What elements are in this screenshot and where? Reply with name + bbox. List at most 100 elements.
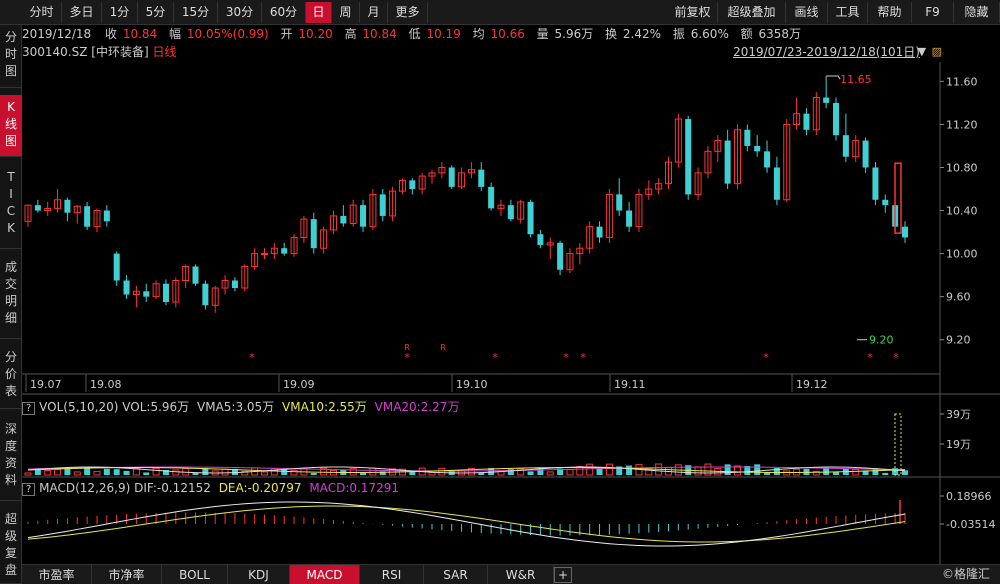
high-marker <box>826 75 841 80</box>
candle-body <box>764 151 771 168</box>
volume-bar <box>260 471 268 476</box>
candle-body <box>192 266 199 284</box>
volume-bar <box>852 469 860 476</box>
event-marker-star: * <box>580 351 586 364</box>
vma5-value: VMA5:3.05万 <box>197 400 275 414</box>
candle-body <box>488 186 495 209</box>
tab-sar[interactable]: SAR <box>424 565 488 584</box>
volume-bar <box>113 469 120 475</box>
tab-macd[interactable]: MACD <box>290 565 360 584</box>
candle-body <box>537 234 544 245</box>
volume-bar <box>123 470 130 475</box>
candle-body <box>281 248 288 254</box>
tab-kdj[interactable]: KDJ <box>228 565 290 584</box>
volume-bar <box>152 467 160 476</box>
price-tick-label: 9.60 <box>946 291 971 304</box>
event-marker-star: * <box>404 351 410 364</box>
price-tick-label: 10.00 <box>946 248 978 261</box>
volume-bar <box>894 413 902 476</box>
volume-bar <box>24 472 32 476</box>
candle-body <box>379 194 386 216</box>
candle-body <box>409 180 416 190</box>
tab-pe[interactable]: 市盈率 <box>22 565 92 584</box>
event-marker-star: * <box>492 351 498 364</box>
vol-tick-label: 19万 <box>946 438 971 451</box>
kline-chart[interactable]: 11.60 11.20 10.80 10.40 10.00 9.60 9.20 19.07 19… <box>0 0 1000 584</box>
candle-body <box>754 145 761 152</box>
candle-body <box>862 140 869 168</box>
volume-bar <box>281 469 288 475</box>
candle-body <box>724 140 731 184</box>
candle-body <box>685 119 692 195</box>
candle-body <box>448 167 455 187</box>
candle-body <box>507 205 514 220</box>
help-icon[interactable]: ? <box>22 483 36 496</box>
candle-body <box>626 210 633 227</box>
volume-bar <box>369 467 377 476</box>
volume-bar <box>103 468 110 475</box>
volume-bar <box>882 472 889 475</box>
vol-tick-label: 39万 <box>946 408 971 421</box>
date-tick-label: 19.08 <box>90 378 122 391</box>
vol-title: VOL(5,10,20) <box>39 400 119 414</box>
candle-body <box>527 201 534 235</box>
price-tick-label: 10.40 <box>946 205 978 218</box>
candle-body <box>143 291 150 297</box>
price-tick-label: 11.20 <box>946 118 978 131</box>
dea-value: DEA:-0.20797 <box>218 481 302 495</box>
help-icon[interactable]: ? <box>22 402 36 415</box>
date-tick-label: 19.12 <box>796 378 828 391</box>
volume-bar <box>754 464 761 475</box>
volume-bar <box>527 471 534 475</box>
candle-body <box>557 242 564 270</box>
volume-bar <box>143 472 150 475</box>
volume-bar <box>44 469 52 476</box>
candle-body <box>823 97 830 103</box>
add-tab-icon[interactable]: + <box>554 567 572 583</box>
candle-body <box>34 205 41 211</box>
volume-bar <box>172 469 180 476</box>
dif-value: DIF:-0.12152 <box>134 481 211 495</box>
volume-bar <box>902 470 908 475</box>
vol-legend: ? VOL(5,10,20) VOL:5.96万 VMA5:3.05万 VMA1… <box>22 399 459 415</box>
date-tick-label: 19.11 <box>614 378 646 391</box>
high-annotation: 11.65 <box>840 73 872 86</box>
tab-rsi[interactable]: RSI <box>360 565 424 584</box>
tab-boll[interactable]: BOLL <box>162 565 228 584</box>
volume-bar <box>310 472 317 475</box>
macd-legend: ? MACD(12,26,9) DIF:-0.12152 DEA:-0.2079… <box>22 480 399 496</box>
volume-bar <box>428 471 436 476</box>
event-marker-r: R <box>404 343 410 352</box>
candle-body <box>833 102 840 136</box>
event-marker-star: * <box>893 351 899 364</box>
vma10-value: VMA10:2.55万 <box>282 400 367 414</box>
macd-title: MACD(12,26,9) <box>39 481 131 495</box>
candle-body <box>202 283 209 306</box>
tab-wr[interactable]: W&R <box>488 565 554 584</box>
macd-value: MACD:0.17291 <box>309 481 399 495</box>
macd-tick-label: 0.18966 <box>946 490 992 503</box>
candle-body <box>64 199 71 213</box>
low-annotation: 9.20 <box>869 334 894 347</box>
volume-bar <box>64 468 71 475</box>
candle-body <box>596 226 603 238</box>
volume-bar <box>73 471 81 476</box>
candle-body <box>616 194 623 211</box>
candle-body <box>162 283 169 303</box>
candle-body <box>123 280 130 295</box>
volume-bar <box>626 465 633 475</box>
candlestick-series <box>24 75 908 547</box>
event-marker-star: * <box>249 351 255 364</box>
candle-body <box>803 113 810 130</box>
tab-pb[interactable]: 市净率 <box>92 565 162 584</box>
candle-body <box>310 219 317 249</box>
volume-bar <box>54 469 62 476</box>
candle-body <box>231 280 238 289</box>
candle-body <box>103 210 110 222</box>
candle-body <box>113 253 120 281</box>
candle-body <box>842 135 849 157</box>
volume-bar <box>596 468 603 475</box>
date-tick-label: 19.10 <box>456 378 488 391</box>
volume-bar <box>221 468 229 476</box>
dea-line <box>27 505 906 543</box>
